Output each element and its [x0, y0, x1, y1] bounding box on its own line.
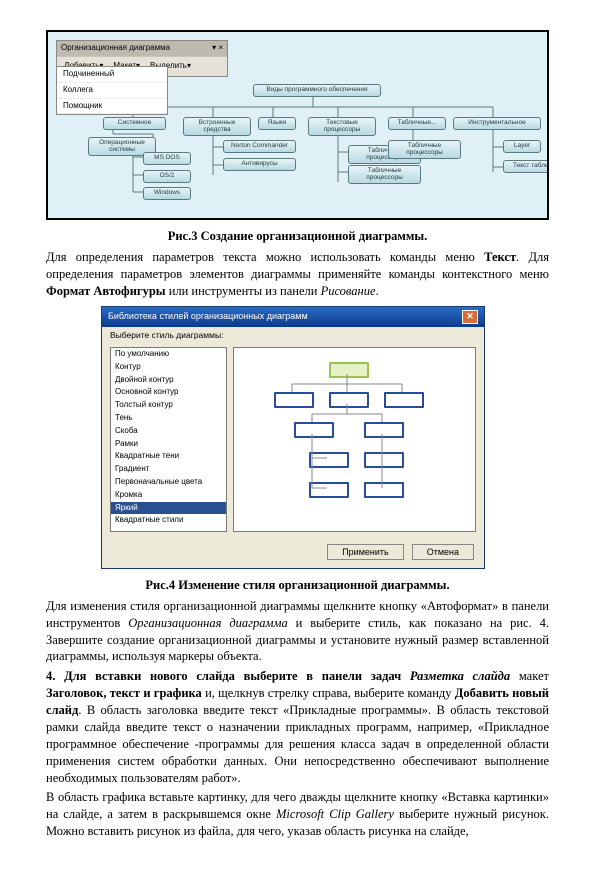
paragraph-2: Для изменения стиля организационной диаг… [46, 598, 549, 666]
node-c: Языки [258, 117, 296, 130]
style-listbox[interactable]: По умолчанию Контур Двойной контур Основ… [110, 347, 227, 532]
style-preview [233, 347, 476, 532]
paragraph-4: В область графика вставьте картинку, для… [46, 789, 549, 840]
preview-lines [234, 348, 475, 531]
list-item[interactable]: Квадратные стили [111, 514, 226, 527]
node-f: Инструментальное [453, 117, 541, 130]
caption-fig2: Рис.4 Изменение стиля организационной ди… [46, 577, 549, 594]
node-d: Текстовые процессоры [308, 117, 376, 136]
list-item[interactable]: Квадратные тени [111, 450, 226, 463]
node-g2: OS/2 [143, 170, 191, 183]
dialog-titlebar: Библиотека стилей организационных диагра… [102, 307, 484, 327]
list-item[interactable]: Толстый контур [111, 399, 226, 412]
node-a: Системное [103, 117, 166, 130]
node-root: Виды программного обеспечения [253, 84, 381, 97]
list-item[interactable]: Основной контур [111, 386, 226, 399]
node-g3: Windows [143, 187, 191, 200]
node-i2: Табличные процессоры [348, 165, 421, 184]
node-j: Табличные процессоры [388, 140, 461, 159]
close-icon[interactable]: ✕ [462, 310, 478, 324]
caption-fig1: Рис.3 Создание организационной диаграммы… [46, 228, 549, 245]
dd-assistant[interactable]: Помощник [57, 99, 167, 115]
node-h1: Norton Commander [223, 140, 296, 153]
node-b: Встроенные средства [183, 117, 251, 136]
list-item[interactable]: Градиент [111, 463, 226, 476]
list-item[interactable]: Кромка [111, 489, 226, 502]
node-h2: Антивирусы [223, 158, 296, 171]
list-item[interactable]: Тень [111, 412, 226, 425]
dd-coworker[interactable]: Коллега [57, 83, 167, 99]
dialog-label: Выберите стиль диаграммы: [102, 327, 484, 343]
apply-button[interactable]: Применить [327, 544, 404, 560]
node-k1: Layer [503, 140, 541, 153]
list-item[interactable]: Скоба [111, 425, 226, 438]
paragraph-3: 4. Для вставки нового слайда выберите в … [46, 668, 549, 786]
dialog-title: Библиотека стилей организационных диагра… [108, 310, 308, 322]
dd-subordinate[interactable]: Подчиненный [57, 67, 167, 83]
list-item[interactable]: По умолчанию [111, 348, 226, 361]
node-k2: Текст таблица [503, 160, 549, 173]
node-g1: MS DOS [143, 152, 191, 165]
dropdown-panel: Подчиненный Коллега Помощник [56, 66, 168, 115]
figure-2: Библиотека стилей организационных диагра… [101, 306, 485, 569]
node-e: Табличные... [388, 117, 446, 130]
list-item[interactable]: Первоначальные цвета [111, 476, 226, 489]
paragraph-1: Для определения параметров текста можно … [46, 249, 549, 300]
cancel-button[interactable]: Отмена [412, 544, 474, 560]
list-item-selected[interactable]: Яркий [111, 502, 226, 515]
figure-1: Организационная диаграмма ▾ × Добавить▾ … [46, 30, 549, 220]
list-item[interactable]: Двойной контур [111, 374, 226, 387]
list-item[interactable]: Контур [111, 361, 226, 374]
list-item[interactable]: Рамки [111, 438, 226, 451]
